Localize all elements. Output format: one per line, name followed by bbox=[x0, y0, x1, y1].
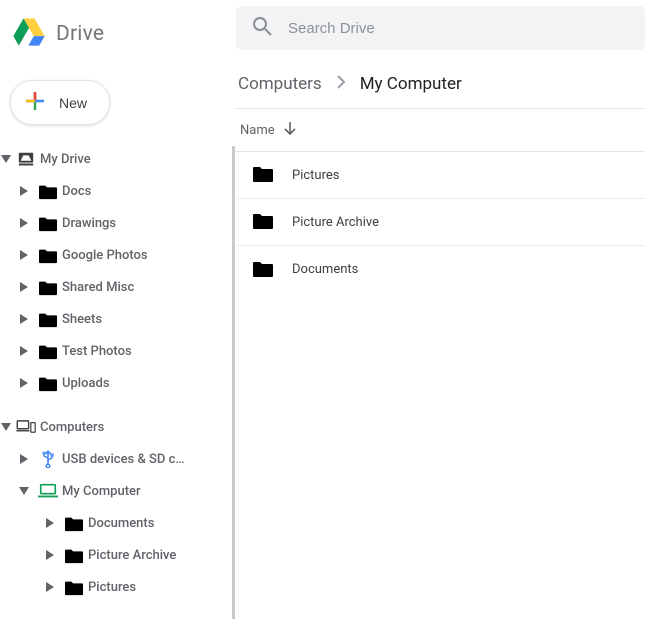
tree-label: Computers bbox=[40, 420, 104, 435]
caret-right-icon[interactable] bbox=[14, 186, 34, 196]
tree-label: My Drive bbox=[40, 152, 91, 167]
breadcrumb: Computers My Computer bbox=[238, 74, 645, 94]
caret-right-icon[interactable] bbox=[14, 378, 34, 388]
caret-down-icon[interactable] bbox=[0, 422, 12, 432]
tree-node-folder[interactable]: Sheets bbox=[0, 303, 232, 335]
caret-right-icon[interactable] bbox=[14, 250, 34, 260]
folder-icon bbox=[60, 514, 88, 532]
tree-label: USB devices & SD c… bbox=[62, 452, 185, 467]
folder-icon bbox=[34, 278, 62, 296]
tree-node-mydrive[interactable]: My Drive bbox=[0, 143, 232, 175]
caret-right-icon[interactable] bbox=[14, 282, 34, 292]
new-button-label: New bbox=[59, 95, 87, 111]
folder-icon bbox=[60, 578, 88, 596]
caret-right-icon[interactable] bbox=[14, 346, 34, 356]
tree-label: Google Photos bbox=[62, 248, 148, 263]
tree-node-folder[interactable]: Test Photos bbox=[0, 335, 232, 367]
tree-node-folder[interactable]: Picture Archive bbox=[0, 539, 232, 571]
new-button[interactable]: New bbox=[10, 80, 110, 125]
folder-icon bbox=[60, 546, 88, 564]
tree-label: Picture Archive bbox=[88, 548, 176, 563]
tree-node-folder[interactable]: Docs bbox=[0, 175, 232, 207]
caret-down-icon[interactable] bbox=[0, 154, 12, 164]
tree-label: Test Photos bbox=[62, 344, 132, 359]
caret-right-icon[interactable] bbox=[40, 518, 60, 528]
search-input[interactable] bbox=[286, 19, 629, 38]
folder-icon bbox=[34, 342, 62, 360]
breadcrumb-current[interactable]: My Computer bbox=[360, 74, 462, 94]
computers-icon bbox=[12, 420, 40, 434]
tree-label: Documents bbox=[88, 516, 154, 531]
tree-label: Shared Misc bbox=[62, 280, 134, 295]
brand[interactable]: Drive bbox=[0, 8, 232, 52]
folder-icon bbox=[34, 214, 62, 232]
tree-label: Sheets bbox=[62, 312, 102, 327]
tree-label: Pictures bbox=[88, 580, 136, 595]
laptop-icon bbox=[34, 483, 62, 499]
folder-icon bbox=[34, 246, 62, 264]
caret-right-icon[interactable] bbox=[14, 218, 34, 228]
tree-node-mycomputer[interactable]: My Computer bbox=[0, 475, 232, 507]
caret-right-icon[interactable] bbox=[40, 550, 60, 560]
breadcrumb-root[interactable]: Computers bbox=[238, 74, 322, 94]
caret-right-icon[interactable] bbox=[14, 454, 34, 464]
search-icon bbox=[252, 16, 272, 40]
tree-label: My Computer bbox=[62, 484, 141, 499]
drive-logo-icon bbox=[12, 17, 46, 51]
folder-icon bbox=[34, 310, 62, 328]
tree-node-folder[interactable]: Drawings bbox=[0, 207, 232, 239]
caret-right-icon[interactable] bbox=[14, 314, 34, 324]
tree-label: Uploads bbox=[62, 376, 110, 391]
tree-node-computers[interactable]: Computers bbox=[0, 411, 232, 443]
tree-label: Drawings bbox=[62, 216, 116, 231]
tree-node-usb[interactable]: USB devices & SD c… bbox=[0, 443, 232, 475]
folder-icon bbox=[34, 182, 62, 200]
chevron-right-icon bbox=[336, 74, 346, 94]
folder-icon bbox=[34, 374, 62, 392]
tree-node-folder[interactable]: Uploads bbox=[0, 367, 232, 399]
usb-icon bbox=[34, 450, 62, 468]
tree-node-folder[interactable]: Google Photos bbox=[0, 239, 232, 271]
mydrive-icon bbox=[12, 150, 40, 168]
tree-node-folder[interactable]: Pictures bbox=[0, 571, 232, 603]
plus-icon bbox=[23, 89, 47, 116]
caret-down-icon[interactable] bbox=[14, 486, 34, 496]
caret-right-icon[interactable] bbox=[40, 582, 60, 592]
search-box[interactable] bbox=[236, 6, 645, 50]
sort-arrow-down-icon[interactable] bbox=[283, 121, 297, 139]
column-label: Name bbox=[240, 123, 275, 138]
tree-node-folder[interactable]: Shared Misc bbox=[0, 271, 232, 303]
tree-node-folder[interactable]: Documents bbox=[0, 507, 232, 539]
brand-name: Drive bbox=[56, 22, 104, 46]
tree-label: Docs bbox=[62, 184, 91, 199]
